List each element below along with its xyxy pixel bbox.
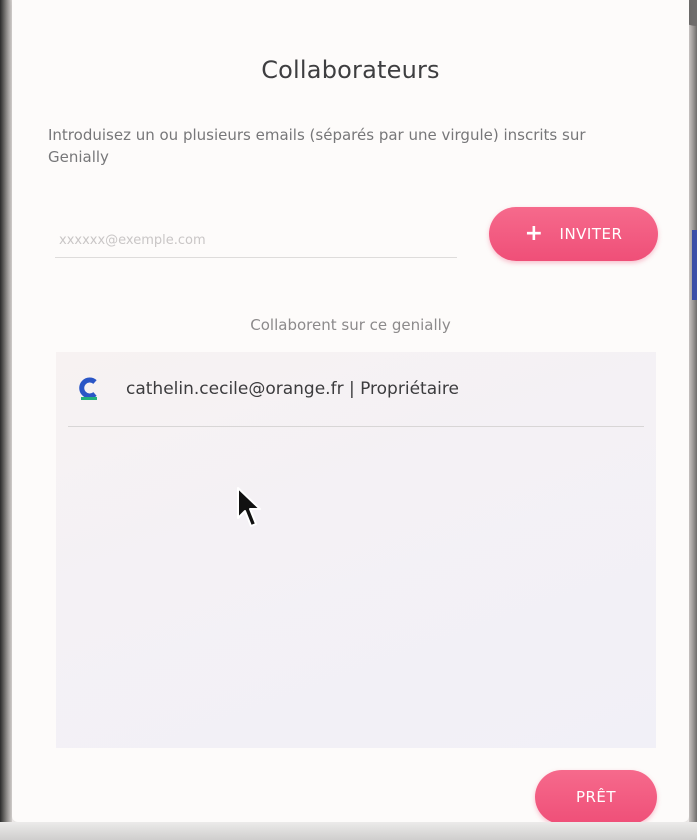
collaborators-dialog: Collaborateurs Introduisez un ou plusieu… xyxy=(12,0,689,824)
email-input[interactable] xyxy=(55,224,457,258)
dialog-title: Collaborateurs xyxy=(261,56,440,84)
window-edge-left xyxy=(0,0,12,840)
collaborators-list: cathelin.cecile@orange.fr | Propriétaire xyxy=(56,352,656,748)
genially-logo-icon xyxy=(76,376,102,402)
collaborators-heading: Collaborent sur ce genially xyxy=(250,316,451,334)
instructions-text: Introduisez un ou plusieurs emails (sépa… xyxy=(48,126,586,166)
window-edge-right xyxy=(689,0,697,840)
invite-button-label: INVITER xyxy=(559,225,623,243)
done-button[interactable]: PRÊT xyxy=(535,770,657,824)
mouse-pointer-icon xyxy=(237,487,261,527)
list-item: cathelin.cecile@orange.fr | Propriétaire xyxy=(68,352,644,427)
background-accent xyxy=(692,230,697,300)
plus-icon: + xyxy=(524,221,544,246)
invite-button[interactable]: + INVITER xyxy=(489,207,658,261)
collaborator-label: cathelin.cecile@orange.fr | Propriétaire xyxy=(126,379,459,399)
window-bottom-edge xyxy=(0,822,697,840)
